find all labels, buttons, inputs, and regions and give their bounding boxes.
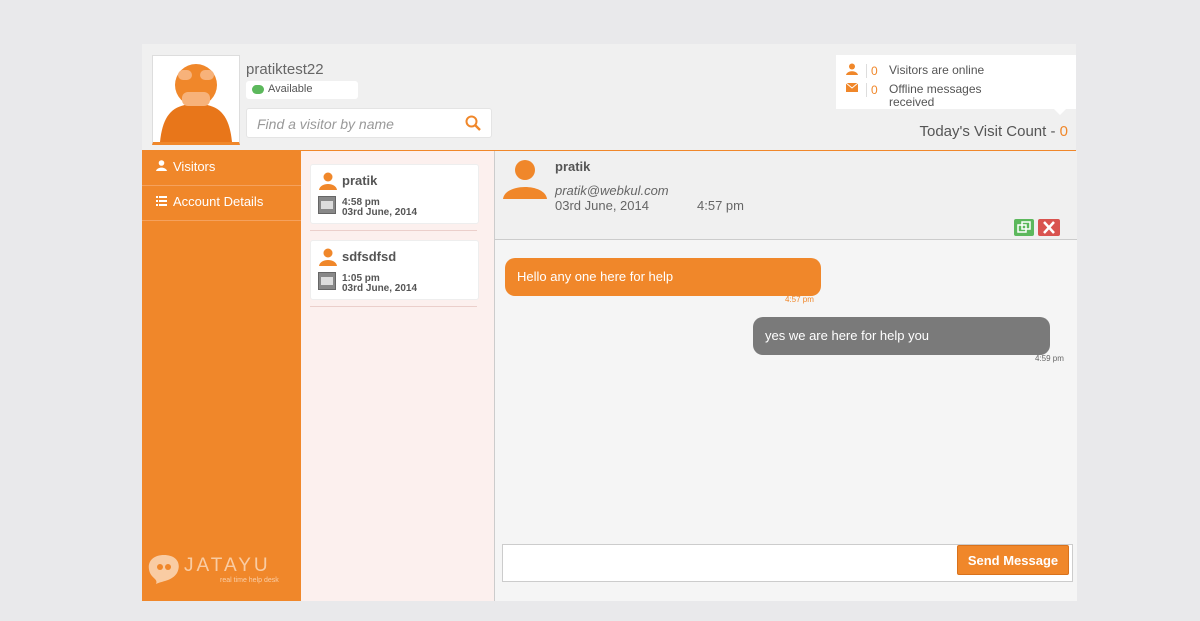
divider bbox=[310, 306, 477, 307]
agent-username: pratiktest22 bbox=[246, 61, 324, 78]
divider bbox=[866, 64, 867, 78]
visitor-message: Hello any one here for help bbox=[505, 258, 821, 296]
logo-bird-icon bbox=[148, 555, 179, 584]
chat-visitor-name: pratik bbox=[555, 159, 591, 174]
visit-count-value: 0 bbox=[1059, 123, 1068, 140]
visit-count-label: Today's Visit Count - bbox=[919, 123, 1060, 140]
message-time: 4:59 pm bbox=[1035, 354, 1064, 363]
close-icon bbox=[1043, 221, 1055, 234]
header: pratiktest22 Available 0 Visitors are on… bbox=[142, 44, 1076, 151]
visitor-card[interactable]: pratik 4:58 pm 03rd June, 2014 bbox=[310, 164, 479, 224]
status-badge[interactable]: Available bbox=[246, 81, 358, 99]
chat-visitor-email: pratik@webkul.com bbox=[555, 183, 669, 198]
sidebar-item-label: Account Details bbox=[173, 194, 264, 209]
user-icon bbox=[503, 160, 547, 199]
chat-app: pratiktest22 Available 0 Visitors are on… bbox=[142, 44, 1077, 601]
list-icon bbox=[156, 196, 167, 206]
message-time: 4:57 pm bbox=[785, 295, 814, 304]
logo-word: JATAYU bbox=[184, 555, 271, 576]
online-count: 0 bbox=[871, 64, 878, 78]
jatayu-logo: JATAYU real time help desk bbox=[146, 553, 296, 589]
chat-time: 4:57 pm bbox=[697, 198, 744, 213]
sidebar-item-account-details[interactable]: Account Details bbox=[142, 186, 301, 221]
search-input[interactable] bbox=[255, 113, 459, 135]
visitor-name: sdfsdfsd bbox=[342, 249, 397, 264]
divider bbox=[310, 230, 477, 231]
user-icon bbox=[319, 248, 337, 266]
agent-avatar-icon bbox=[160, 64, 232, 142]
maximize-button[interactable] bbox=[1014, 219, 1034, 236]
offline-count: 0 bbox=[871, 83, 878, 97]
user-icon bbox=[846, 63, 858, 75]
envelope-icon bbox=[846, 83, 858, 92]
chat-bubble-icon bbox=[252, 85, 264, 94]
stats-panel: 0 Visitors are online 0 Offline messages… bbox=[836, 55, 1076, 115]
visitor-card[interactable]: sdfsdfsd 1:05 pm 03rd June, 2014 bbox=[310, 240, 479, 300]
close-chat-button[interactable] bbox=[1038, 219, 1060, 236]
user-icon bbox=[319, 172, 337, 190]
calendar-icon bbox=[318, 196, 336, 214]
divider bbox=[866, 83, 867, 97]
offline-label: Offline messages received bbox=[889, 82, 982, 109]
window-restore-icon bbox=[1017, 221, 1031, 233]
search-icon[interactable] bbox=[465, 115, 481, 136]
sidebar-item-label: Visitors bbox=[173, 159, 216, 174]
send-message-button[interactable]: Send Message bbox=[957, 545, 1069, 575]
calendar-icon bbox=[318, 272, 336, 290]
visitor-time: 1:05 pm 03rd June, 2014 bbox=[342, 274, 417, 294]
visitor-search bbox=[246, 108, 492, 138]
chat-date: 03rd June, 2014 bbox=[555, 198, 649, 213]
avatar[interactable] bbox=[152, 55, 240, 145]
visitor-name: pratik bbox=[342, 173, 378, 188]
visitor-time: 4:58 pm 03rd June, 2014 bbox=[342, 198, 417, 218]
visit-date: 03rd June, 2014 bbox=[342, 283, 418, 294]
chat-panel: pratik pratik@webkul.com 03rd June, 2014… bbox=[494, 151, 1077, 601]
sidebar-item-visitors[interactable]: Visitors bbox=[142, 151, 301, 186]
status-label: Available bbox=[268, 83, 313, 95]
chat-header: pratik pratik@webkul.com 03rd June, 2014… bbox=[495, 151, 1077, 240]
online-label: Visitors are online bbox=[889, 63, 985, 77]
visit-date: 03rd June, 2014 bbox=[342, 207, 418, 218]
logo-tagline: real time help desk bbox=[220, 577, 279, 584]
message-input[interactable] bbox=[507, 549, 951, 579]
sidebar: Visitors Account Details JATAYU real tim… bbox=[142, 151, 301, 601]
agent-message: yes we are here for help you bbox=[753, 317, 1050, 355]
visit-count: Today's Visit Count - 0 bbox=[920, 123, 1069, 140]
user-icon bbox=[156, 160, 167, 171]
tooltip-tail bbox=[1054, 109, 1066, 115]
visitor-list: pratik 4:58 pm 03rd June, 2014 sdfsdfsd 1… bbox=[301, 151, 494, 601]
